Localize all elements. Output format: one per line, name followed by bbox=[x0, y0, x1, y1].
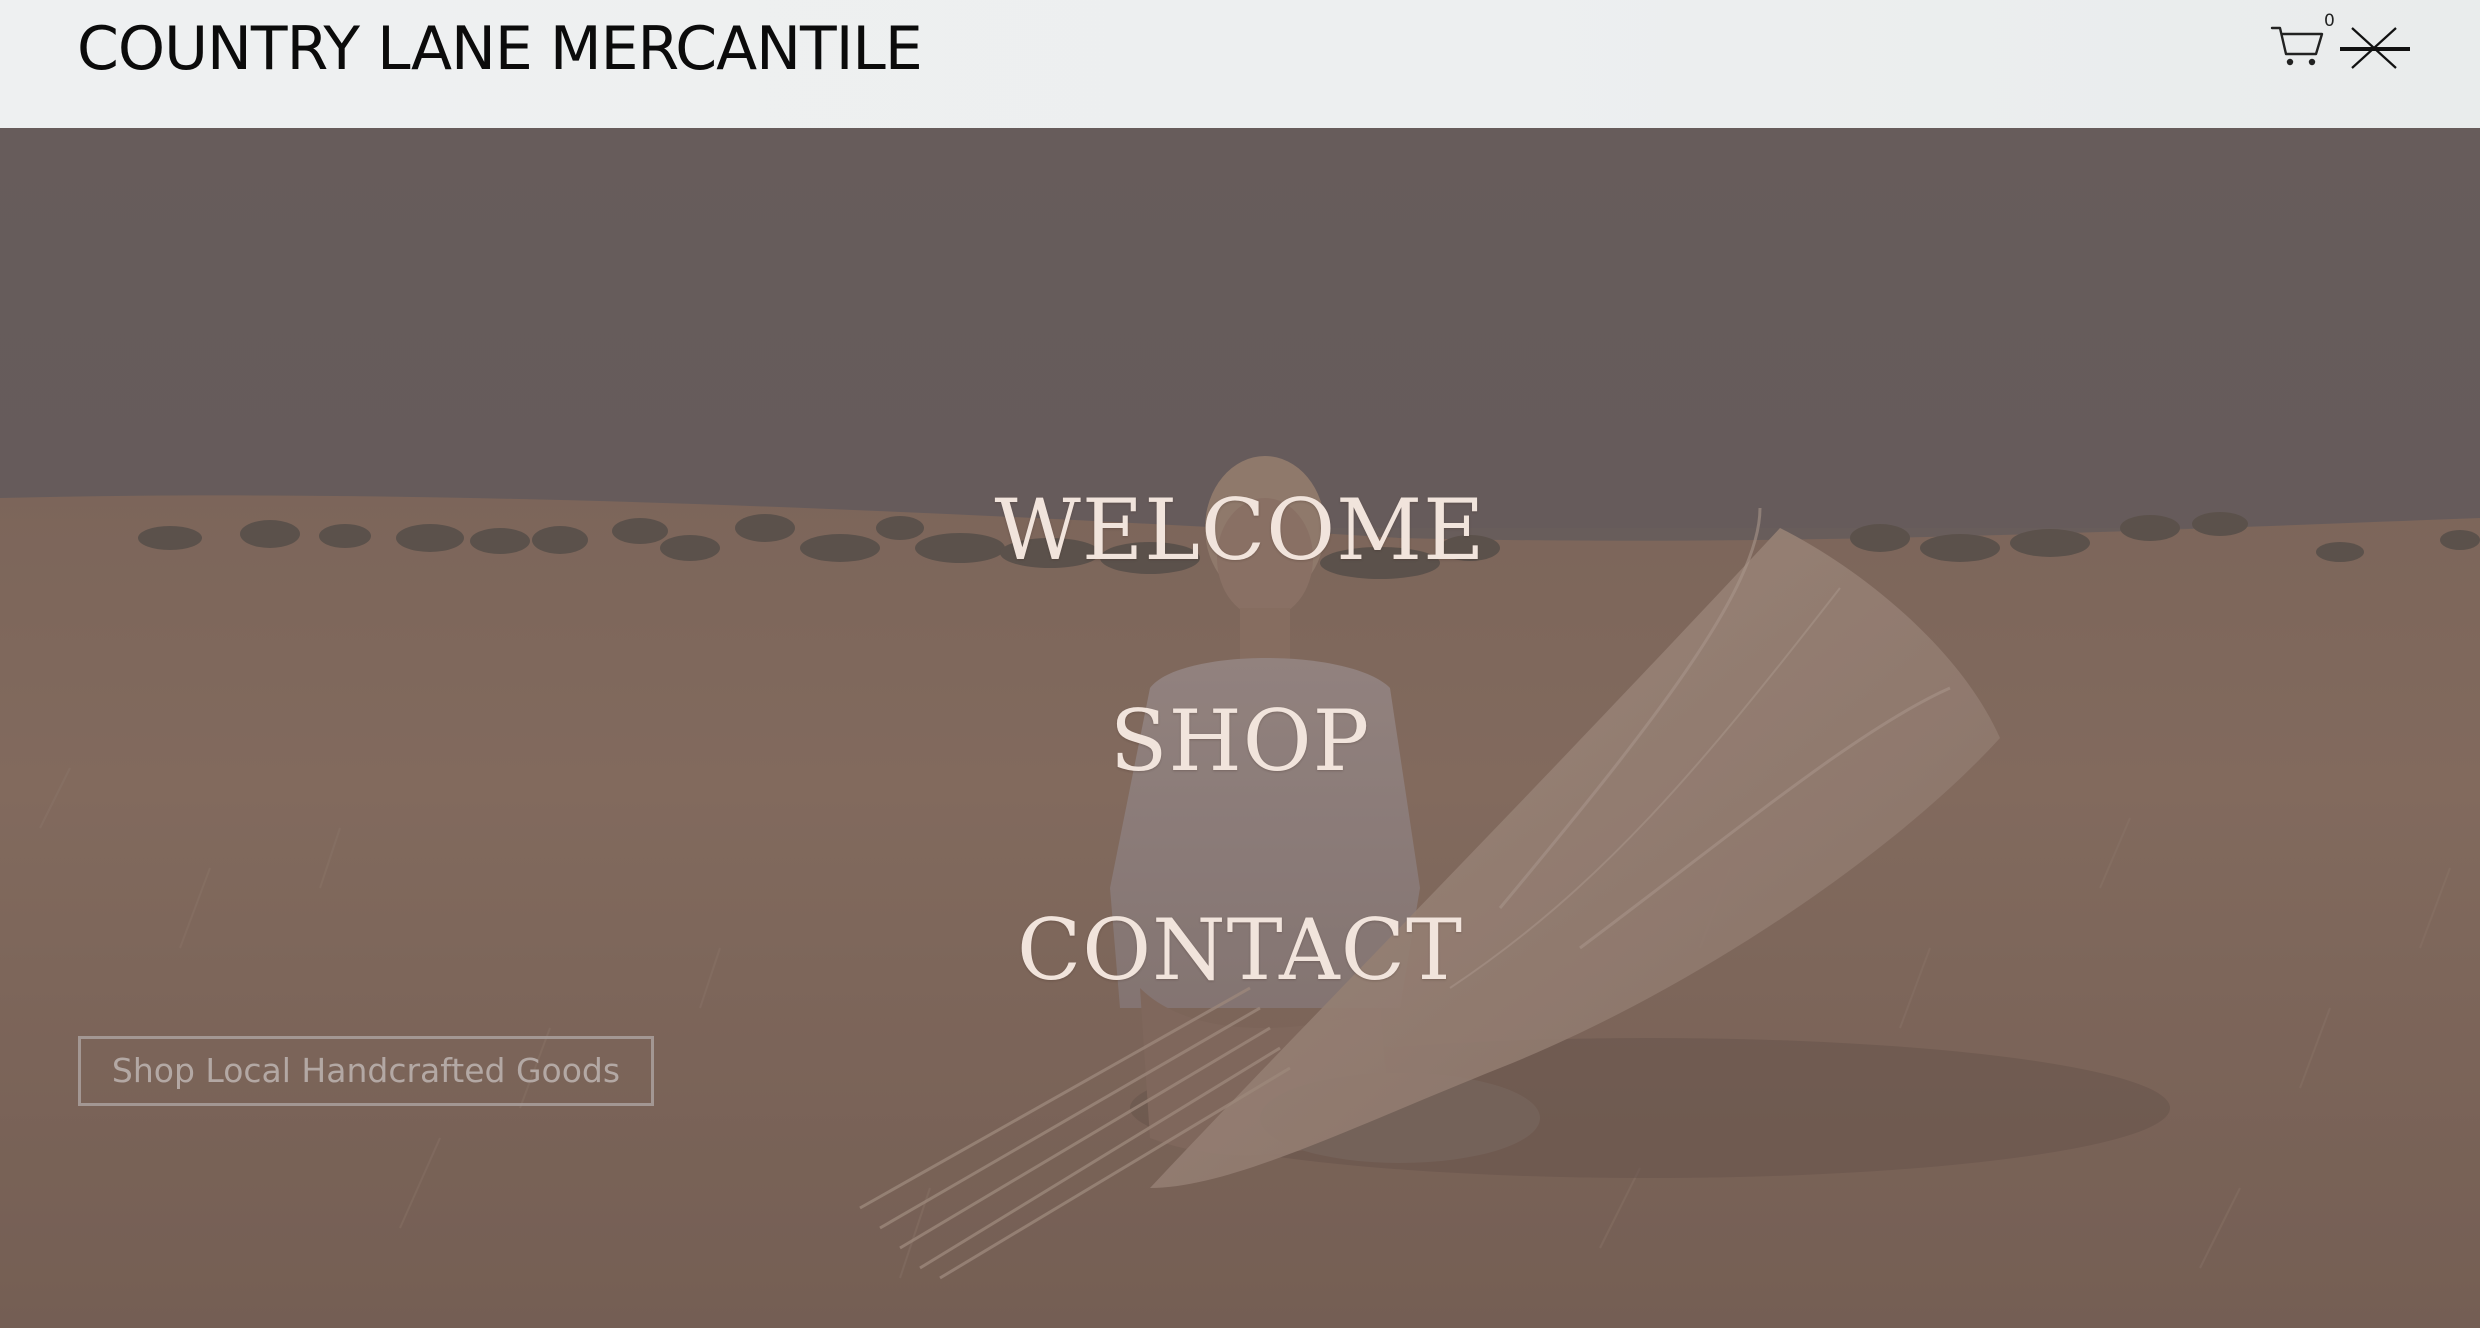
close-icon[interactable] bbox=[2338, 24, 2412, 70]
menu-link-welcome[interactable]: WELCOME bbox=[995, 481, 1486, 579]
cart-count-badge: 0 bbox=[2324, 11, 2335, 31]
menu-link-shop[interactable]: SHOP bbox=[1110, 692, 1370, 790]
site-brand-link[interactable]: COUNTRY LANE MERCANTILE bbox=[77, 14, 923, 84]
menu-item-contact: CONTACT bbox=[0, 900, 2480, 1000]
nav-menu-overlay: WELCOME SHOP CONTACT Shop Local Handcraf… bbox=[0, 128, 2480, 1328]
menu-item-welcome: WELCOME bbox=[0, 480, 2480, 580]
site-header: COUNTRY LANE MERCANTILE 0 bbox=[0, 0, 2480, 128]
menu-item-shop: SHOP bbox=[0, 691, 2480, 791]
shop-local-button[interactable]: Shop Local Handcrafted Goods bbox=[78, 1036, 654, 1106]
menu-link-contact[interactable]: CONTACT bbox=[1017, 901, 1463, 999]
cart-icon[interactable] bbox=[2270, 22, 2326, 70]
